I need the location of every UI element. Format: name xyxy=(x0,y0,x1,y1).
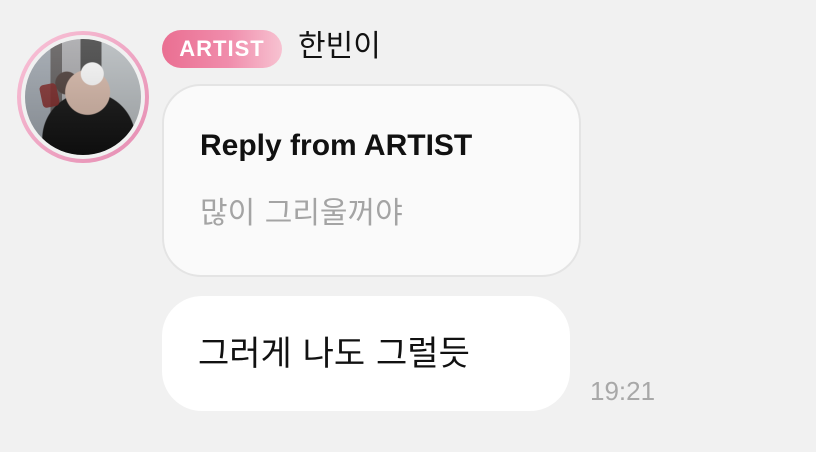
chat-message-row: ARTIST 한빈이 Reply from ARTIST 많이 그리울꺼야 그러… xyxy=(0,0,816,452)
message-timestamp: 19:21 xyxy=(590,376,656,406)
avatar-ring xyxy=(21,35,145,159)
message-text: 그러게 나도 그럴듯 xyxy=(198,334,470,374)
avatar[interactable] xyxy=(17,31,149,163)
sender-name: 한빈이 xyxy=(298,29,381,64)
avatar-photo xyxy=(25,39,141,155)
message-bubble[interactable]: 그러게 나도 그럴듯 xyxy=(162,296,570,411)
reply-title: Reply from ARTIST xyxy=(200,129,473,162)
reply-text: 많이 그리울꺼야 xyxy=(200,196,403,231)
artist-badge: ARTIST xyxy=(162,30,282,68)
reply-preview-bubble[interactable]: Reply from ARTIST 많이 그리울꺼야 xyxy=(162,84,581,277)
